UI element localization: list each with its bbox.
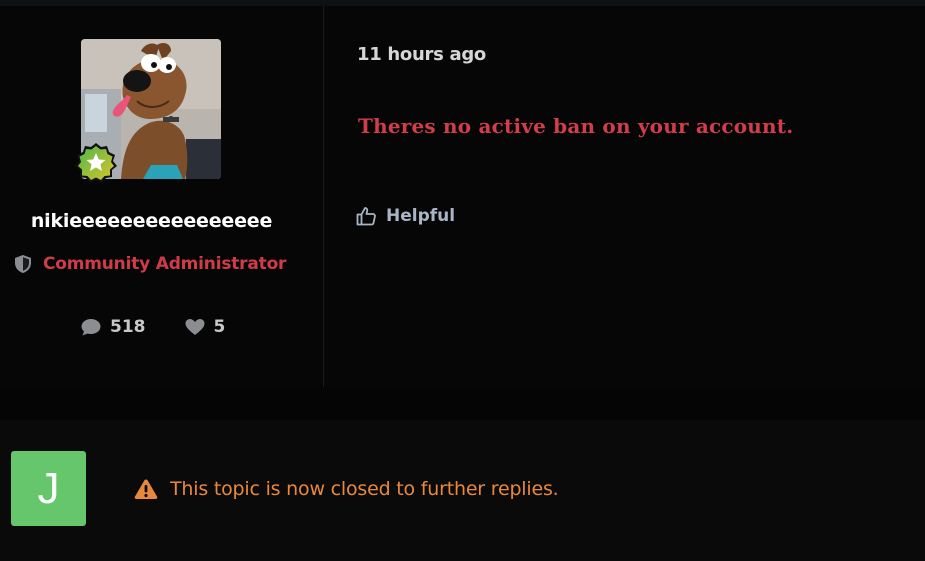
post-content: 11 hours ago Theres no active ban on you… [325,6,925,387]
topic-closed-text: This topic is now closed to further repl… [170,478,559,500]
likes-stat: 5 [184,317,226,337]
shield-icon [15,255,31,273]
post-timestamp[interactable]: 11 hours ago [357,44,486,65]
topic-closed-notice: This topic is now closed to further repl… [134,478,559,500]
role-label: Community Administrator [43,254,287,274]
posts-stat: 518 [80,317,146,337]
author-avatar-container[interactable] [75,39,221,183]
post-author-panel: nikieeeeeeeeeeeeeeee Community Administr… [0,6,324,387]
author-role: Community Administrator [13,252,286,276]
author-stats: 518 5 [80,317,225,337]
warning-triangle-icon [134,479,158,499]
page: nikieeeeeeeeeeeeeeee Community Administr… [0,0,925,561]
current-user-avatar[interactable]: J [11,451,86,526]
forum-post: nikieeeeeeeeeeeeeeee Community Administr… [0,6,925,387]
topic-closed-bar: J This topic is now closed to further re… [0,420,925,561]
thumbs-up-icon [356,207,376,226]
speech-bubble-icon [81,319,101,336]
author-username[interactable]: nikieeeeeeeeeeeeeeee [0,210,303,232]
star-rank-badge-icon [75,143,117,183]
section-divider [0,387,925,420]
helpful-label: Helpful [386,206,456,226]
post-message: Theres no active ban on your account. [358,114,794,138]
posts-count: 518 [110,317,146,337]
heart-icon [185,319,204,335]
likes-count: 5 [213,317,226,337]
helpful-button[interactable]: Helpful [355,205,455,227]
